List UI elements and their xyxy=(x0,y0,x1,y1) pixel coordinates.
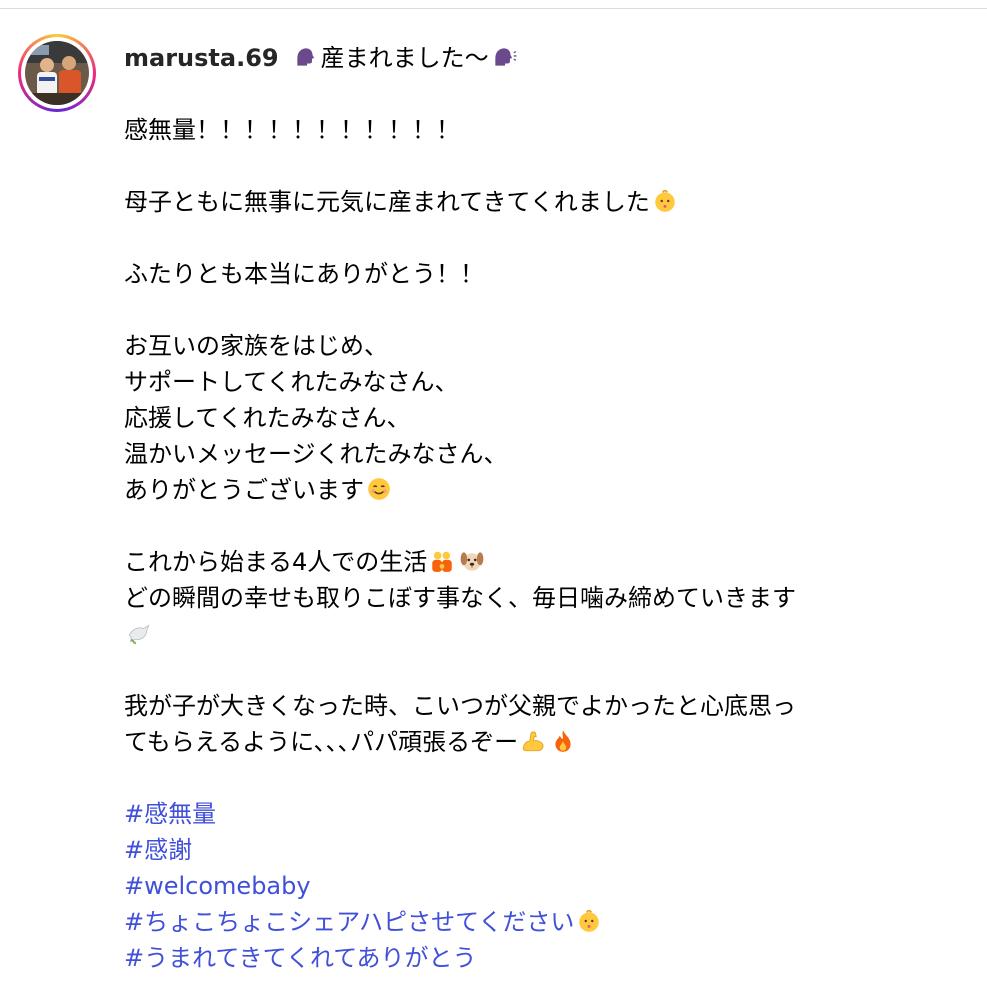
baby-icon xyxy=(576,908,602,934)
post-caption: marusta.69 産まれました〜 感無量！！！！！！！！！！！ 母子ともに無事… xyxy=(124,40,974,976)
caption-line xyxy=(124,616,974,652)
caption-line: 母子ともに無事に元気に産まれてきてくれました xyxy=(124,184,974,220)
caption-line: 温かいメッセージくれたみなさん、 xyxy=(124,440,508,468)
caption-line: てもらえるように､､､パパ頑張るぞー xyxy=(124,724,974,760)
caption-line: これから始まる4人での生活 xyxy=(124,544,974,580)
dog-face-icon xyxy=(459,548,485,574)
caption-line: ありがとうございます xyxy=(124,472,974,508)
baby-icon xyxy=(652,188,678,214)
speaking-head-icon xyxy=(491,44,517,70)
fire-icon xyxy=(550,728,576,754)
caption-line: ふたりとも本当にありがとう！！ xyxy=(124,260,484,288)
username-link[interactable]: marusta.69 xyxy=(124,44,279,72)
hashtag-link[interactable]: #welcomebaby xyxy=(124,868,974,904)
caption-line: どの瞬間の幸せも取りこぼす事なく、毎日噛み締めていきます xyxy=(124,584,796,612)
caption-line: 我が子が大きくなった時、こいつが父親でよかったと心底思っ xyxy=(124,692,796,720)
caption-line: お互いの家族をはじめ、 xyxy=(124,332,388,360)
dove-icon xyxy=(126,620,152,646)
top-divider xyxy=(0,8,987,9)
smiling-face-icon xyxy=(366,476,392,502)
story-ring[interactable] xyxy=(18,34,96,112)
avatar[interactable] xyxy=(25,41,89,105)
speaking-head-icon xyxy=(293,44,319,70)
caption-title: 産まれました〜 xyxy=(320,44,489,72)
hashtag-link[interactable]: #うまれてきてくれてありがとう xyxy=(124,940,974,976)
hashtag-link[interactable]: #ちょこちょこシェアハピさせてください xyxy=(124,908,574,936)
caption-header-line: marusta.69 産まれました〜 xyxy=(124,40,974,76)
caption-line: サポートしてくれたみなさん、 xyxy=(124,368,459,396)
flexed-biceps-icon xyxy=(520,728,546,754)
hashtag-link[interactable]: #感謝 xyxy=(124,832,974,868)
hashtag-link[interactable]: #感無量 xyxy=(124,796,974,832)
caption-line: 感無量！！！！！！！！！！！ xyxy=(124,116,460,144)
caption-line: 応援してくれたみなさん、 xyxy=(124,404,411,432)
couple-icon xyxy=(429,548,455,574)
